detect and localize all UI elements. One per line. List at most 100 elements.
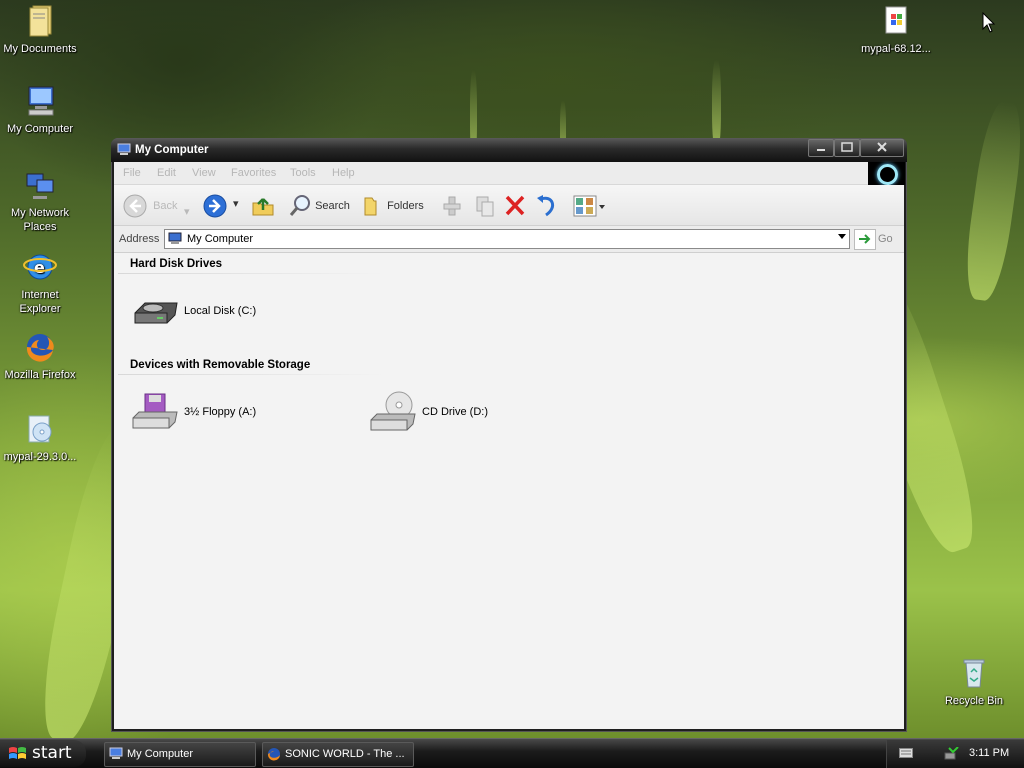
desktop-icon-firefox[interactable]: Mozilla Firefox bbox=[0, 330, 80, 382]
drive-label: 3½ Floppy (A:) bbox=[184, 406, 257, 418]
computer-icon bbox=[23, 84, 57, 118]
firefox-icon bbox=[23, 330, 57, 364]
go-label[interactable]: Go bbox=[878, 233, 893, 245]
desktop-icon-label: mypal-29.3.0... bbox=[3, 451, 77, 463]
minimize-button[interactable] bbox=[808, 139, 834, 157]
up-folder-button[interactable] bbox=[250, 193, 276, 219]
copy-to-button[interactable] bbox=[472, 193, 496, 219]
desktop-icon-mypal-installer[interactable]: mypal-29.3.0... bbox=[0, 412, 80, 464]
grass-blade bbox=[712, 60, 721, 150]
address-value: My Computer bbox=[187, 233, 254, 245]
menu-favorites[interactable]: Favorites bbox=[231, 167, 276, 179]
firefox-icon bbox=[267, 747, 281, 761]
desktop-icon-label: My Documents bbox=[3, 43, 77, 55]
address-label: Address bbox=[119, 233, 160, 245]
go-button[interactable] bbox=[854, 229, 876, 250]
desktop-icon-internet-explorer[interactable]: e Internet Explorer bbox=[0, 250, 80, 316]
undo-button[interactable] bbox=[534, 193, 558, 219]
folder-documents-icon bbox=[23, 4, 57, 38]
group-header-hard-disk-drives: Hard Disk Drives bbox=[130, 258, 223, 270]
move-to-icon bbox=[443, 196, 461, 216]
document-windows-icon bbox=[879, 4, 913, 38]
desktop-icon-label: Mozilla Firefox bbox=[4, 369, 76, 381]
explorer-window: My Computer File Edit View Favorites Too… bbox=[111, 138, 907, 732]
search-icon bbox=[289, 195, 310, 216]
keyboard-icon[interactable] bbox=[899, 748, 913, 761]
search-label: Search bbox=[315, 199, 350, 212]
start-button[interactable]: start bbox=[0, 740, 86, 767]
cd-drive-icon bbox=[369, 390, 417, 436]
folders-icon bbox=[364, 197, 377, 216]
maximize-button[interactable] bbox=[834, 139, 860, 157]
folders-button[interactable]: Folders bbox=[360, 193, 424, 219]
installer-cd-icon bbox=[23, 412, 57, 446]
back-button[interactable]: Back bbox=[122, 193, 178, 219]
svg-text:e: e bbox=[34, 258, 45, 277]
desktop-icon-label: Internet Explorer bbox=[19, 289, 61, 315]
address-dropdown-icon[interactable] bbox=[838, 234, 846, 239]
desktop-icon-label: Recycle Bin bbox=[944, 695, 1004, 707]
desktop-icon-mypal-68[interactable]: mypal-68.12... bbox=[856, 4, 936, 56]
group-divider bbox=[118, 374, 384, 375]
group-divider bbox=[118, 273, 384, 274]
back-arrow-icon bbox=[123, 194, 147, 218]
internet-explorer-icon: e bbox=[23, 250, 57, 284]
menu-edit[interactable]: Edit bbox=[157, 167, 176, 179]
throbber-ring-icon bbox=[877, 164, 898, 185]
grass-blade bbox=[960, 99, 1024, 303]
maximize-icon bbox=[841, 142, 853, 152]
forward-button[interactable] bbox=[202, 193, 228, 219]
copy-to-icon bbox=[476, 196, 494, 217]
safely-remove-hardware-icon[interactable] bbox=[943, 746, 959, 764]
search-button[interactable]: Search bbox=[288, 193, 350, 219]
content-pane: Hard Disk Drives Local Disk (C:) Devices… bbox=[114, 253, 904, 729]
my-computer-icon bbox=[117, 143, 131, 156]
taskbar: start My Computer SONIC WORLD - The ... … bbox=[0, 738, 1024, 768]
windows-flag-icon bbox=[8, 745, 28, 768]
desktop-icon-label: My Network Places bbox=[10, 207, 70, 233]
desktop-icon-my-computer[interactable]: My Computer bbox=[0, 84, 80, 136]
desktop-icon-network-places[interactable]: My Network Places bbox=[0, 168, 80, 234]
taskbar-button-sonic-world[interactable]: SONIC WORLD - The ... bbox=[262, 742, 414, 767]
my-computer-icon bbox=[109, 747, 123, 761]
group-header-removable-storage: Devices with Removable Storage bbox=[130, 359, 311, 371]
forward-history-dropdown[interactable]: ▾ bbox=[233, 193, 239, 215]
forward-arrow-icon bbox=[203, 194, 227, 218]
drive-floppy-a[interactable]: 3½ Floppy (A:) bbox=[131, 390, 281, 436]
desktop-icon-my-documents[interactable]: My Documents bbox=[0, 4, 80, 56]
address-input[interactable]: My Computer bbox=[164, 229, 850, 249]
window-title: My Computer bbox=[135, 144, 209, 156]
hard-disk-icon bbox=[131, 289, 179, 335]
views-icon bbox=[573, 195, 605, 217]
close-icon bbox=[877, 142, 887, 152]
menu-help[interactable]: Help bbox=[332, 167, 355, 179]
window-titlebar[interactable]: My Computer bbox=[111, 138, 907, 162]
menu-view[interactable]: View bbox=[192, 167, 216, 179]
taskbar-button-my-computer[interactable]: My Computer bbox=[104, 742, 256, 767]
folders-label: Folders bbox=[387, 199, 424, 212]
drive-cd-d[interactable]: CD Drive (D:) bbox=[369, 390, 519, 436]
desktop-icon-recycle-bin[interactable]: Recycle Bin bbox=[934, 656, 1014, 708]
task-label: SONIC WORLD - The ... bbox=[285, 748, 405, 760]
windows-throbber bbox=[868, 162, 905, 185]
drive-label: CD Drive (D:) bbox=[422, 406, 488, 418]
clock[interactable]: 3:11 PM bbox=[969, 747, 1009, 759]
close-button[interactable] bbox=[860, 139, 904, 157]
menu-tools[interactable]: Tools bbox=[290, 167, 316, 179]
desktop-icon-label: mypal-68.12... bbox=[861, 43, 931, 55]
start-label: start bbox=[32, 743, 72, 763]
move-to-button[interactable] bbox=[440, 193, 464, 219]
delete-button[interactable] bbox=[503, 193, 527, 219]
minimize-icon bbox=[817, 149, 825, 151]
drive-local-disk-c[interactable]: Local Disk (C:) bbox=[131, 289, 271, 335]
network-icon bbox=[23, 168, 57, 202]
back-history-dropdown[interactable]: ▾ bbox=[184, 201, 190, 223]
system-tray: 3:11 PM bbox=[886, 740, 1024, 768]
toolbar: Back ▾ ▾ Search Folders bbox=[114, 185, 904, 226]
menu-bar: File Edit View Favorites Tools Help bbox=[114, 162, 904, 185]
go-arrow-icon bbox=[859, 234, 871, 244]
views-button[interactable] bbox=[572, 193, 606, 219]
menu-file[interactable]: File bbox=[123, 167, 141, 179]
address-bar: Address My Computer Go bbox=[114, 226, 904, 253]
drive-label: Local Disk (C:) bbox=[184, 305, 257, 317]
